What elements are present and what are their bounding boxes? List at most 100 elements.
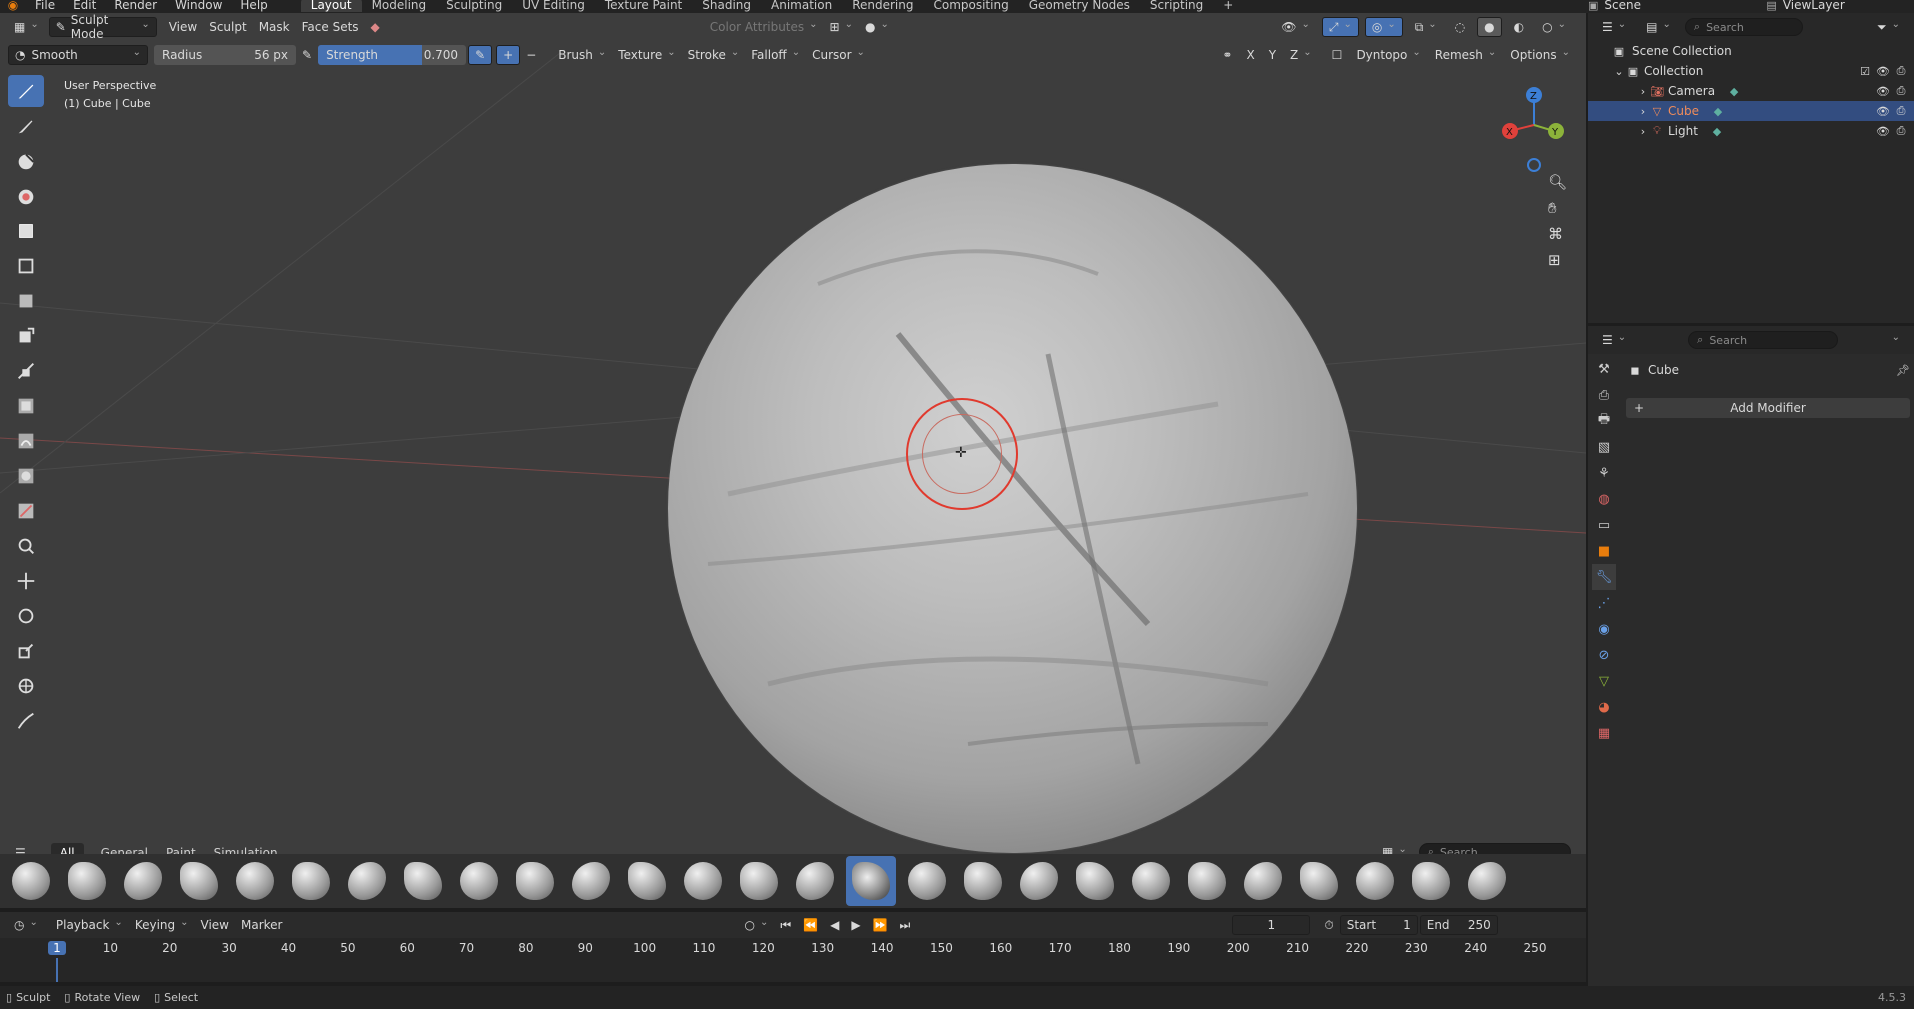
next-key-icon[interactable]: ⏩ [867, 915, 894, 935]
cursor-dropdown[interactable]: Cursor [806, 45, 871, 65]
play-reverse-icon[interactable]: ◀ [824, 915, 845, 935]
menu-file[interactable]: File [26, 0, 64, 12]
texture-properties-icon[interactable]: ▦ [1592, 720, 1616, 746]
navigation-gizmo[interactable]: Z X Y [1496, 83, 1576, 173]
constraints-properties-icon[interactable]: ⊘ [1592, 642, 1616, 668]
outliner-item-camera[interactable]: › 📷︎ Camera ◆ 👁 ⎙ [1588, 81, 1914, 101]
brush-thumbnail[interactable] [790, 856, 840, 906]
jump-start-icon[interactable]: ⏮ [774, 915, 797, 935]
object-properties-icon[interactable]: ■ [1592, 538, 1616, 564]
brush-thumbnail[interactable] [734, 856, 784, 906]
annotate-tool[interactable] [8, 705, 44, 737]
visibility-eye-icon[interactable]: 👁 [1876, 104, 1890, 118]
menu-timeline-view[interactable]: View [195, 915, 235, 935]
tab-rendering[interactable]: Rendering [842, 0, 923, 12]
scene-name[interactable]: Scene [1604, 0, 1684, 12]
prev-key-icon[interactable]: ⏪ [797, 915, 824, 935]
view-layer-properties-icon[interactable]: ▧ [1592, 434, 1616, 460]
menu-sculpt[interactable]: Sculpt [203, 17, 252, 37]
brush-thumbnail[interactable] [6, 856, 56, 906]
timeline-editor-icon[interactable]: ◷ [8, 915, 44, 935]
brush-thumbnail[interactable] [1126, 856, 1176, 906]
brush-thumbnail[interactable] [510, 856, 560, 906]
overlay-toggle-icon[interactable]: ◎ [1364, 17, 1403, 37]
brush-thumbnail[interactable] [342, 856, 392, 906]
dyntopo-dropdown[interactable]: Dyntopo [1350, 45, 1426, 65]
mesh-filter-tool[interactable] [8, 390, 44, 422]
brush-thumbnail[interactable] [286, 856, 336, 906]
brush-thumbnail[interactable] [1350, 856, 1400, 906]
output-properties-icon[interactable]: 🖶︎ [1592, 408, 1616, 434]
properties-search-input[interactable]: ⌕ Search [1688, 331, 1839, 349]
render-properties-icon[interactable]: ⎙ [1592, 382, 1616, 408]
exclude-checkbox[interactable]: ☑ [1858, 64, 1872, 78]
scale-tool[interactable] [8, 635, 44, 667]
filter-icon[interactable]: ⏷ [1871, 17, 1906, 37]
tab-geometry-nodes[interactable]: Geometry Nodes [1019, 0, 1140, 12]
auto-key-icon[interactable]: ○ [738, 915, 774, 935]
collapse-chevron-icon[interactable]: ⌄ [1612, 64, 1626, 78]
modifier-properties-icon[interactable]: 🔧︎ [1592, 564, 1616, 590]
mask-tool[interactable] [8, 145, 44, 177]
world-properties-icon[interactable]: ◍ [1592, 486, 1616, 512]
tab-layout[interactable]: Layout [300, 0, 362, 12]
move-tool[interactable] [8, 565, 44, 597]
tab-compositing[interactable]: Compositing [923, 0, 1018, 12]
scene-properties-icon[interactable]: ⚘ [1592, 460, 1616, 486]
menu-help[interactable]: Help [231, 0, 276, 12]
edit-face-set-tool[interactable] [8, 495, 44, 527]
pivot-icon[interactable]: ● [859, 17, 895, 37]
brush-thumbnail[interactable] [678, 856, 728, 906]
paint-brush-tool[interactable] [8, 110, 44, 142]
render-camera-icon[interactable]: ⎙ [1894, 84, 1908, 98]
pin-icon[interactable]: 📌︎ [1896, 363, 1910, 377]
color-filter-tool[interactable] [8, 460, 44, 492]
menu-mask[interactable]: Mask [253, 17, 296, 37]
brush-thumbnail[interactable] [118, 856, 168, 906]
expand-chevron-icon[interactable]: › [1636, 104, 1650, 118]
timeline-scrubber[interactable]: 1 10 20 30 40 50 60 70 80 90 100 110 120 130 140 150 160… [0, 938, 1586, 982]
visibility-eye-icon[interactable]: 👁 [1876, 84, 1890, 98]
pan-hand-icon[interactable]: ✋︎ [1548, 199, 1567, 217]
outliner-item-light[interactable]: › 💡︎ Light ◆ 👁 ⎙ [1588, 121, 1914, 141]
mask-by-color-tool[interactable] [8, 530, 44, 562]
menu-window[interactable]: Window [166, 0, 231, 12]
brush-thumbnail[interactable] [1406, 856, 1456, 906]
rendered-shading-icon[interactable]: ○ [1536, 17, 1572, 37]
mirror-z-toggle[interactable]: Z [1284, 45, 1318, 65]
zoom-icon[interactable]: 🔍︎ [1548, 173, 1567, 191]
xray-icon[interactable]: ⧉ [1409, 17, 1443, 37]
brush-thumbnail[interactable] [958, 856, 1008, 906]
brush-thumbnail[interactable] [1014, 856, 1064, 906]
brush-thumbnail[interactable] [230, 856, 280, 906]
scene-collection-row[interactable]: ▣ Scene Collection [1588, 41, 1914, 61]
tab-texture-paint[interactable]: Texture Paint [595, 0, 692, 12]
display-mode-icon[interactable]: ▤ [1640, 17, 1677, 37]
stroke-dropdown[interactable]: Stroke [682, 45, 746, 65]
menu-view[interactable]: View [163, 17, 203, 37]
ortho-grid-icon[interactable]: ⊞ [1548, 251, 1567, 269]
properties-options-icon[interactable] [1881, 330, 1906, 350]
play-icon[interactable]: ▶ [845, 915, 866, 935]
color-attributes-dropdown[interactable]: Color Attributes [704, 17, 824, 37]
outliner-editor-icon[interactable]: ☰ [1596, 17, 1632, 37]
visibility-eye-icon[interactable]: 👁 [1876, 124, 1890, 138]
cloth-filter-tool[interactable] [8, 425, 44, 457]
expand-chevron-icon[interactable]: › [1636, 124, 1650, 138]
brush-thumbnail[interactable] [1070, 856, 1120, 906]
end-frame-field[interactable]: End 250 [1419, 915, 1498, 935]
mirror-x-toggle[interactable]: X [1240, 45, 1260, 65]
menu-edit[interactable]: Edit [64, 0, 105, 12]
visibility-icon[interactable]: 👁 [1275, 17, 1316, 37]
render-camera-icon[interactable]: ⎙ [1894, 104, 1908, 118]
mirror-y-toggle[interactable]: Y [1263, 45, 1282, 65]
menu-face-sets[interactable]: Face Sets [296, 17, 365, 37]
add-workspace-icon[interactable]: + [1213, 0, 1243, 12]
render-camera-icon[interactable]: ⎙ [1894, 64, 1908, 78]
options-dropdown[interactable]: Options [1504, 45, 1576, 65]
box-trim-tool[interactable] [8, 320, 44, 352]
rotate-tool[interactable] [8, 600, 44, 632]
tab-shading[interactable]: Shading [692, 0, 761, 12]
wireframe-shading-icon[interactable]: ◌ [1449, 17, 1471, 37]
collection-row[interactable]: ⌄ ▣ Collection ☑ 👁 ⎙ [1588, 61, 1914, 81]
